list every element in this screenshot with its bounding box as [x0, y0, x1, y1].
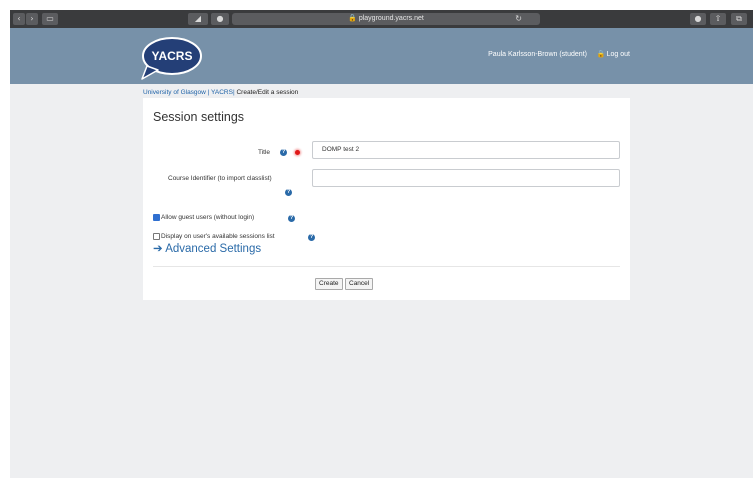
allow-guest-row: Allow guest users (without login) — [153, 214, 254, 221]
breadcrumb-university-link[interactable]: University of Glasgow — [143, 89, 206, 96]
breadcrumb: University of Glasgow | YACRS| Create/Ed… — [143, 89, 298, 96]
share-icon[interactable]: ⇧ — [710, 13, 726, 25]
display-sessions-checkbox[interactable] — [153, 233, 160, 240]
course-identifier-input[interactable] — [312, 169, 620, 187]
session-settings-panel: Session settings Title ? DOMP test 2 Cou… — [143, 98, 630, 300]
screen: ‹ › ▭ ◢ ● 🔒 playground.yacrs.net ↻ ● ⇧ ⧉… — [10, 10, 753, 478]
forward-icon[interactable]: › — [26, 13, 38, 25]
extension-icon[interactable]: ● — [211, 13, 229, 25]
allow-guest-label: Allow guest users (without login) — [161, 214, 255, 221]
url-text: playground.yacrs.net — [358, 15, 424, 22]
allow-guest-checkbox[interactable] — [153, 214, 160, 221]
cancel-button[interactable]: Cancel — [345, 278, 374, 290]
arrow-right-icon: ➔ — [153, 243, 163, 255]
logout-label: Log out — [606, 51, 630, 58]
lock-icon: 🔒 — [348, 15, 357, 22]
divider — [153, 266, 620, 267]
sidebar-toggle-icon[interactable]: ▭ — [42, 13, 58, 25]
help-icon[interactable]: ? — [280, 149, 287, 156]
breadcrumb-yacrs-link[interactable]: YACRS — [211, 89, 233, 96]
user-name: Paula Karlsson-Brown (student) — [488, 51, 587, 58]
logo-text: YACRS — [152, 49, 193, 63]
reload-icon[interactable]: ↻ — [515, 13, 522, 25]
browser-menu-icon[interactable]: ● — [690, 13, 706, 25]
site-header: YACRS Paula Karlsson-Brown (student) 🔒Lo… — [10, 28, 753, 84]
create-button[interactable]: Create — [315, 278, 343, 290]
help-icon[interactable]: ? — [288, 215, 295, 222]
title-label: Title — [258, 149, 271, 156]
advanced-settings-toggle[interactable]: ➔ Advanced Settings — [153, 241, 261, 255]
user-area: Paula Karlsson-Brown (student) 🔒Log out — [484, 50, 630, 58]
display-sessions-row: Display on user's available sessions lis… — [153, 233, 275, 240]
logout-link[interactable]: 🔒Log out — [593, 51, 630, 58]
lock-icon: 🔒 — [596, 51, 606, 58]
display-sessions-label: Display on user's available sessions lis… — [161, 233, 275, 240]
title-input[interactable]: DOMP test 2 — [312, 141, 620, 159]
tabs-overview-icon[interactable]: ⧉ — [731, 13, 747, 25]
back-icon[interactable]: ‹ — [13, 13, 25, 25]
privacy-shield-icon[interactable]: ◢ — [188, 13, 208, 25]
advanced-settings-label: Advanced Settings — [165, 243, 262, 255]
yacrs-logo[interactable]: YACRS — [139, 34, 203, 80]
browser-toolbar: ‹ › ▭ ◢ ● 🔒 playground.yacrs.net ↻ ● ⇧ ⧉ — [10, 10, 753, 28]
help-icon[interactable]: ? — [308, 234, 315, 241]
required-indicator-icon — [295, 150, 300, 155]
course-identifier-label: Course Identifier (to import classlist) — [168, 175, 272, 182]
page-title: Session settings — [153, 110, 245, 124]
help-icon[interactable]: ? — [285, 189, 292, 196]
address-bar[interactable]: 🔒 playground.yacrs.net ↻ — [232, 13, 540, 25]
breadcrumb-current: Create/Edit a session — [236, 89, 299, 96]
